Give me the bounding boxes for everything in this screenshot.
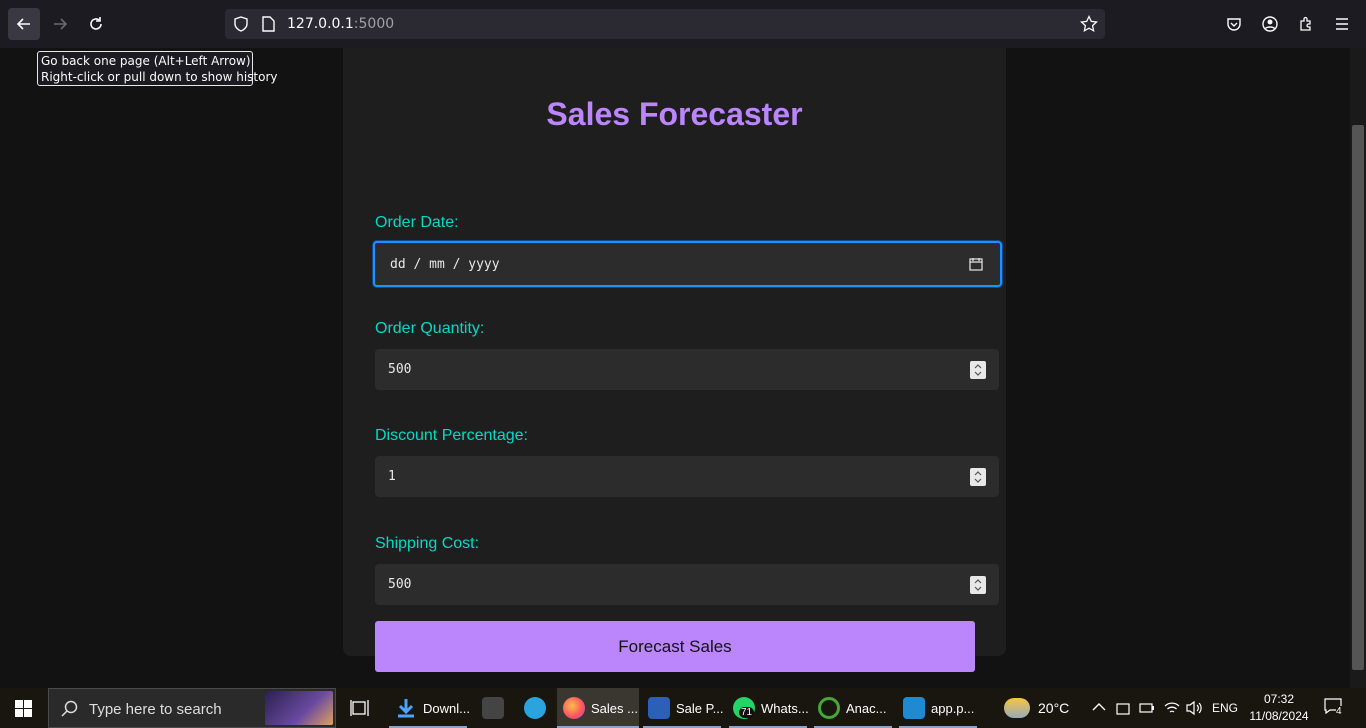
taskbar-app-label: app.p... — [931, 700, 975, 716]
shipping-stepper[interactable] — [970, 576, 986, 594]
taskbar-app-whatsapp[interactable]: 71 Whats... — [733, 688, 809, 728]
taskbar-app-firefox[interactable]: Sales ... — [557, 688, 639, 728]
order-date-input[interactable]: dd / mm / yyyy — [373, 241, 1002, 287]
notifications-button[interactable]: 4 — [1324, 698, 1346, 718]
forecast-card: Sales Forecaster Order Date: dd / mm / y… — [343, 48, 1006, 672]
windows-taskbar: Type here to search Downl... Sales ... S… — [0, 688, 1366, 728]
forward-button[interactable] — [44, 8, 76, 40]
clapper-icon — [482, 697, 504, 719]
taskbar-app-word[interactable]: Sale P... — [648, 688, 723, 728]
telegram-icon — [524, 697, 546, 719]
order-quantity-input[interactable]: 500 — [375, 349, 999, 390]
meet-icon[interactable] — [1116, 700, 1130, 716]
extensions-icon[interactable] — [1298, 16, 1314, 32]
taskbar-app-label: Sales ... — [591, 700, 638, 716]
order-date-label: Order Date: — [375, 214, 459, 231]
shipping-value: 500 — [388, 577, 412, 592]
order-quantity-label: Order Quantity: — [375, 320, 485, 337]
clock-date: 11/08/2024 — [1249, 709, 1309, 723]
page-viewport: Sales Forecaster Order Date: dd / mm / y… — [0, 48, 1350, 688]
wifi-icon[interactable] — [1164, 700, 1180, 716]
taskbar-app-label: Sale P... — [676, 700, 724, 716]
account-icon[interactable] — [1262, 16, 1278, 32]
taskbar-app-anaconda[interactable]: Anac... — [818, 688, 886, 728]
search-placeholder: Type here to search — [89, 701, 222, 718]
scrollbar-thumb[interactable] — [1352, 125, 1364, 670]
page-title: Sales Forecaster — [546, 96, 803, 132]
discount-label: Discount Percentage: — [375, 427, 528, 444]
anaconda-icon — [818, 697, 840, 719]
clock-time: 07:32 — [1263, 692, 1295, 706]
windows-start-icon[interactable] — [15, 700, 32, 717]
forward-arrow-icon — [54, 18, 68, 30]
browser-toolbar: 127.0.0.1:5000 — [0, 0, 1366, 48]
weather-temp: 20°C — [1038, 700, 1070, 716]
page-scrollbar[interactable] — [1350, 48, 1366, 688]
tooltip-line: Right-click or pull down to show history — [41, 70, 278, 84]
shipping-label: Shipping Cost: — [375, 535, 480, 552]
back-arrow-icon — [16, 18, 30, 30]
taskbar-search-box[interactable]: Type here to search — [48, 688, 336, 728]
stepper-arrows-icon — [974, 471, 982, 483]
order-quantity-value: 500 — [388, 362, 412, 377]
taskbar-app-label: Whats... — [761, 700, 809, 716]
back-button-tooltip: Go back one page (Alt+Left Arrow) Right-… — [37, 51, 278, 86]
shield-icon[interactable] — [233, 16, 249, 32]
pocket-icon[interactable] — [1226, 16, 1242, 32]
discount-input[interactable]: 1 — [375, 456, 999, 497]
notification-count: 4 — [1336, 706, 1342, 717]
taskbar-app-telegram[interactable] — [524, 688, 552, 728]
search-icon — [61, 700, 78, 717]
language-indicator[interactable]: ENG — [1212, 688, 1238, 728]
bookmark-star-icon[interactable] — [1080, 15, 1098, 33]
menu-icon[interactable] — [1334, 16, 1350, 32]
taskbar-app-clapper[interactable] — [482, 688, 510, 728]
url-text: 127.0.0.1:5000 — [287, 16, 395, 32]
stepper-arrows-icon — [974, 364, 982, 376]
volume-icon[interactable] — [1186, 700, 1204, 716]
shipping-input[interactable]: 500 — [375, 564, 999, 605]
quantity-stepper[interactable] — [970, 361, 986, 379]
battery-icon[interactable] — [1139, 701, 1155, 715]
reload-icon — [90, 17, 102, 30]
forecast-sales-button[interactable]: Forecast Sales — [375, 621, 975, 672]
vscode-icon — [903, 697, 925, 719]
word-icon — [648, 697, 670, 719]
download-icon — [398, 699, 414, 718]
back-button[interactable] — [8, 8, 40, 40]
stepper-arrows-icon — [974, 579, 982, 591]
whatsapp-badge: 71 — [739, 707, 755, 718]
reload-button[interactable] — [80, 8, 112, 40]
search-highlight-image — [265, 691, 333, 725]
calendar-icon[interactable] — [969, 257, 983, 271]
taskbar-app-label: Anac... — [846, 700, 887, 716]
weather-widget[interactable]: 20°C — [1004, 688, 1069, 728]
chevron-up-icon[interactable] — [1092, 702, 1106, 712]
clock[interactable]: 07:32 11/08/2024 — [1244, 691, 1314, 725]
taskbar-app-vscode[interactable]: app.p... — [903, 688, 974, 728]
discount-stepper[interactable] — [970, 468, 986, 486]
discount-value: 1 — [388, 469, 396, 484]
url-bar[interactable]: 127.0.0.1:5000 — [225, 9, 1105, 39]
order-date-placeholder: dd / mm / yyyy — [390, 257, 500, 272]
tooltip-line: Go back one page (Alt+Left Arrow) — [41, 54, 251, 68]
page-icon[interactable] — [261, 16, 275, 32]
weather-icon — [1004, 698, 1030, 718]
taskbar-app-downloads[interactable]: Downl... — [395, 688, 470, 728]
task-view-icon[interactable] — [350, 699, 369, 717]
language-label: ENG — [1212, 701, 1239, 715]
whatsapp-icon: 71 — [733, 697, 755, 719]
taskbar-app-label: Downl... — [423, 700, 470, 716]
firefox-icon — [563, 697, 585, 719]
